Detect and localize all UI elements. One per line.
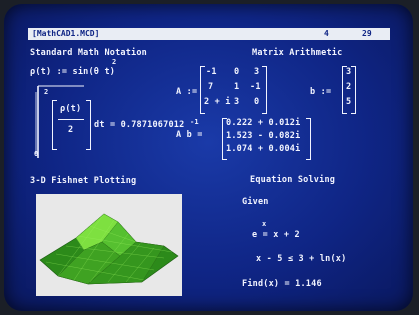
crt-screen: [MathCAD1.MCD] 4 29 Standard Math Notati… [4,4,413,311]
vector-b-label: b := [310,87,332,97]
vector-b-value-1[interactable]: 3 [346,67,351,77]
filename: [MathCAD1.MCD] [32,29,100,38]
inverse-exponent: -1 [190,118,199,126]
result-row-1: 0.222 + 0.012i [226,118,301,128]
equation-1[interactable]: e = x + 2 [252,230,300,240]
exponent-x: x [262,220,267,228]
frac-bracket-left [52,100,57,150]
integral-result[interactable]: dt = 0.7871067012 [94,120,184,130]
section-title-equation: Equation Solving [250,175,336,185]
integral-lower-limit: 0 [34,150,39,158]
function-definition[interactable]: ρ(t) := sin(θ t) [30,67,115,77]
result-row-2: 1.523 - 0.082i [226,131,301,141]
vector-b-value-2[interactable]: 2 [346,82,351,92]
vector-b-value-3[interactable]: 5 [346,97,351,107]
result-row-3: 1.074 + 0.004i [226,144,301,154]
fraction-denominator: 2 [68,125,74,135]
title-bar: [MathCAD1.MCD] 4 29 [28,28,390,40]
fraction-bar [58,119,84,120]
fraction-numerator: ρ(t) [60,104,82,114]
frac-bracket-right [86,100,91,150]
matrix-a-label: A := [176,87,198,97]
section-title-math-notation: Standard Math Notation [30,48,147,58]
vector-b-bracket-right [351,66,356,114]
line-indicator: 29 [362,29,372,38]
exponent-two: 2 [112,58,117,66]
given-keyword[interactable]: Given [242,197,269,207]
section-title-matrix: Matrix Arithmetic [252,48,343,58]
equation-2[interactable]: x - 5 ≤ 3 + ln(x) [256,254,346,264]
page-indicator: 4 [324,29,329,38]
surface-plot-graphic [39,213,179,285]
find-result[interactable]: Find(x) = 1.146 [242,279,322,289]
inverse-expression: A b = [176,130,203,140]
integral-upper-limit: 2 [44,88,49,96]
fishnet-plot[interactable] [36,194,182,296]
section-title-fishnet: 3-D Fishnet Plotting [30,176,137,186]
result-bracket-right [306,118,311,160]
matrix-a-bracket-right [262,66,267,114]
